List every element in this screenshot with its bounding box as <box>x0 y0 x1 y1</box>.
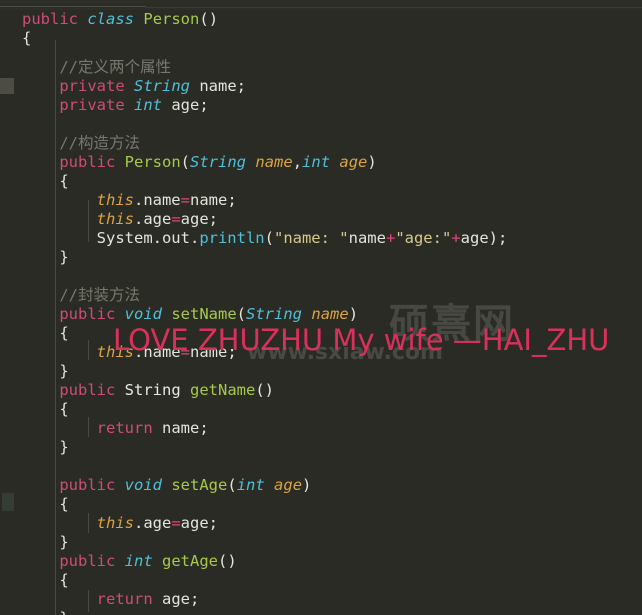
code-line: public int getAge() <box>59 552 237 570</box>
titlebar-divider-left <box>0 6 146 7</box>
titlebar-divider-right <box>146 7 642 8</box>
code-line: } <box>22 609 68 615</box>
code-text-area[interactable]: public class Person() { //定义两个属性 private… <box>0 10 642 615</box>
code-line: //封装方法 <box>59 286 140 304</box>
code-line: public class Person() <box>22 10 219 28</box>
code-line: //构造方法 <box>59 134 140 152</box>
code-line: //定义两个属性 <box>59 58 171 76</box>
code-line: } <box>59 362 69 380</box>
code-line: { <box>59 571 69 589</box>
code-line: return age; <box>96 590 200 608</box>
code-line: { <box>59 400 69 418</box>
code-line: System.out.println("name: "name+"age:"+a… <box>96 229 508 247</box>
code-line: public Person(String name,int age) <box>59 153 377 171</box>
editor-window: public class Person() { //定义两个属性 private… <box>0 0 642 615</box>
code-editor[interactable]: public class Person() { //定义两个属性 private… <box>0 10 642 615</box>
code-line: { <box>59 495 69 513</box>
code-line: } <box>59 248 69 266</box>
code-line: public void setAge(int age) <box>59 476 312 494</box>
code-line: } <box>59 533 69 551</box>
code-line: { <box>59 324 69 342</box>
code-line: this.age=age; <box>96 210 218 228</box>
code-line: { <box>59 172 69 190</box>
code-line: private int age; <box>59 96 209 114</box>
code-line: public void setName(String name) <box>59 305 359 323</box>
code-line: private String name; <box>59 77 247 95</box>
code-line: } <box>59 438 69 456</box>
code-line: this.age=age; <box>96 514 218 532</box>
code-line: this.name=name; <box>96 191 237 209</box>
window-titlebar <box>0 0 642 10</box>
code-line: public String getName() <box>59 381 275 399</box>
code-line: { <box>22 29 32 47</box>
code-line: return name; <box>96 419 209 437</box>
code-line: this.name=name; <box>96 343 237 361</box>
